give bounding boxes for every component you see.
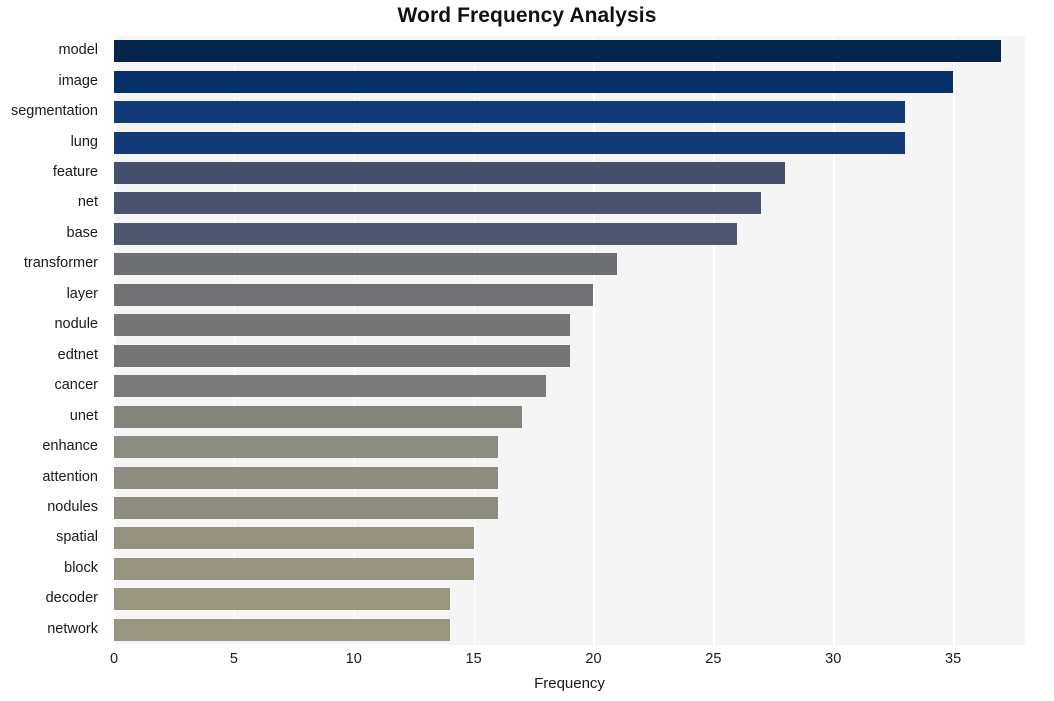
chart-title: Word Frequency Analysis: [397, 4, 657, 27]
x-tick-label: 10: [345, 651, 362, 667]
y-tick-label: base: [66, 224, 98, 241]
bar[interactable]: [114, 253, 618, 276]
y-tick-label: network: [47, 620, 98, 637]
y-tick-label: attention: [42, 468, 98, 485]
y-tick-label: edtnet: [57, 346, 98, 363]
y-tick-label: lung: [70, 133, 98, 150]
x-tick-label: 25: [705, 651, 722, 667]
x-tick-label: 20: [585, 651, 602, 667]
bar[interactable]: [114, 618, 450, 641]
bar[interactable]: [114, 405, 522, 428]
bar[interactable]: [114, 436, 498, 459]
y-tick-label: nodules: [47, 498, 98, 515]
y-tick-label: feature: [52, 164, 98, 181]
y-tick-label: segmentation: [10, 103, 98, 120]
y-tick-label: transformer: [23, 255, 98, 272]
x-tick-label: 0: [109, 651, 119, 667]
bar[interactable]: [114, 314, 570, 337]
x-tick-label: 35: [945, 651, 962, 667]
y-tick-label: layer: [66, 285, 98, 302]
y-tick-label: unet: [69, 407, 98, 424]
bar[interactable]: [114, 222, 738, 245]
y-tick-label: block: [64, 559, 98, 576]
bar[interactable]: [114, 192, 762, 215]
y-tick-label: cancer: [54, 377, 98, 394]
bar[interactable]: [114, 496, 498, 519]
y-tick-label: net: [77, 194, 98, 211]
bar[interactable]: [114, 131, 906, 154]
bar[interactable]: [114, 40, 1002, 63]
y-axis: model image segmentation lung feature net base…: [0, 36, 106, 645]
bar[interactable]: [114, 283, 594, 306]
bar[interactable]: [114, 70, 954, 93]
x-tick-label: 30: [825, 651, 842, 667]
bar[interactable]: [114, 527, 474, 550]
bar[interactable]: [114, 162, 786, 185]
x-axis: 0 5 10 15 20 25 30 35: [110, 645, 1025, 675]
y-tick-label: nodule: [54, 316, 98, 333]
x-axis-title: Frequency: [534, 675, 605, 692]
y-tick-label: spatial: [56, 529, 98, 546]
bar[interactable]: [114, 588, 450, 611]
bar[interactable]: [114, 557, 474, 580]
bar[interactable]: [114, 344, 570, 367]
bar[interactable]: [114, 375, 546, 398]
bar[interactable]: [114, 466, 498, 489]
y-tick-label: model: [58, 42, 99, 59]
x-tick-label: 15: [465, 651, 482, 667]
bars-layer: [114, 36, 1025, 645]
x-tick-label: 5: [229, 651, 238, 667]
y-tick-label: decoder: [45, 590, 98, 607]
bar[interactable]: [114, 101, 906, 124]
y-tick-label: image: [58, 72, 99, 89]
chart-figure: Word Frequency Analysis model image segmen…: [0, 0, 1054, 701]
y-tick-label: enhance: [42, 438, 98, 455]
plot-area: [114, 36, 1025, 645]
